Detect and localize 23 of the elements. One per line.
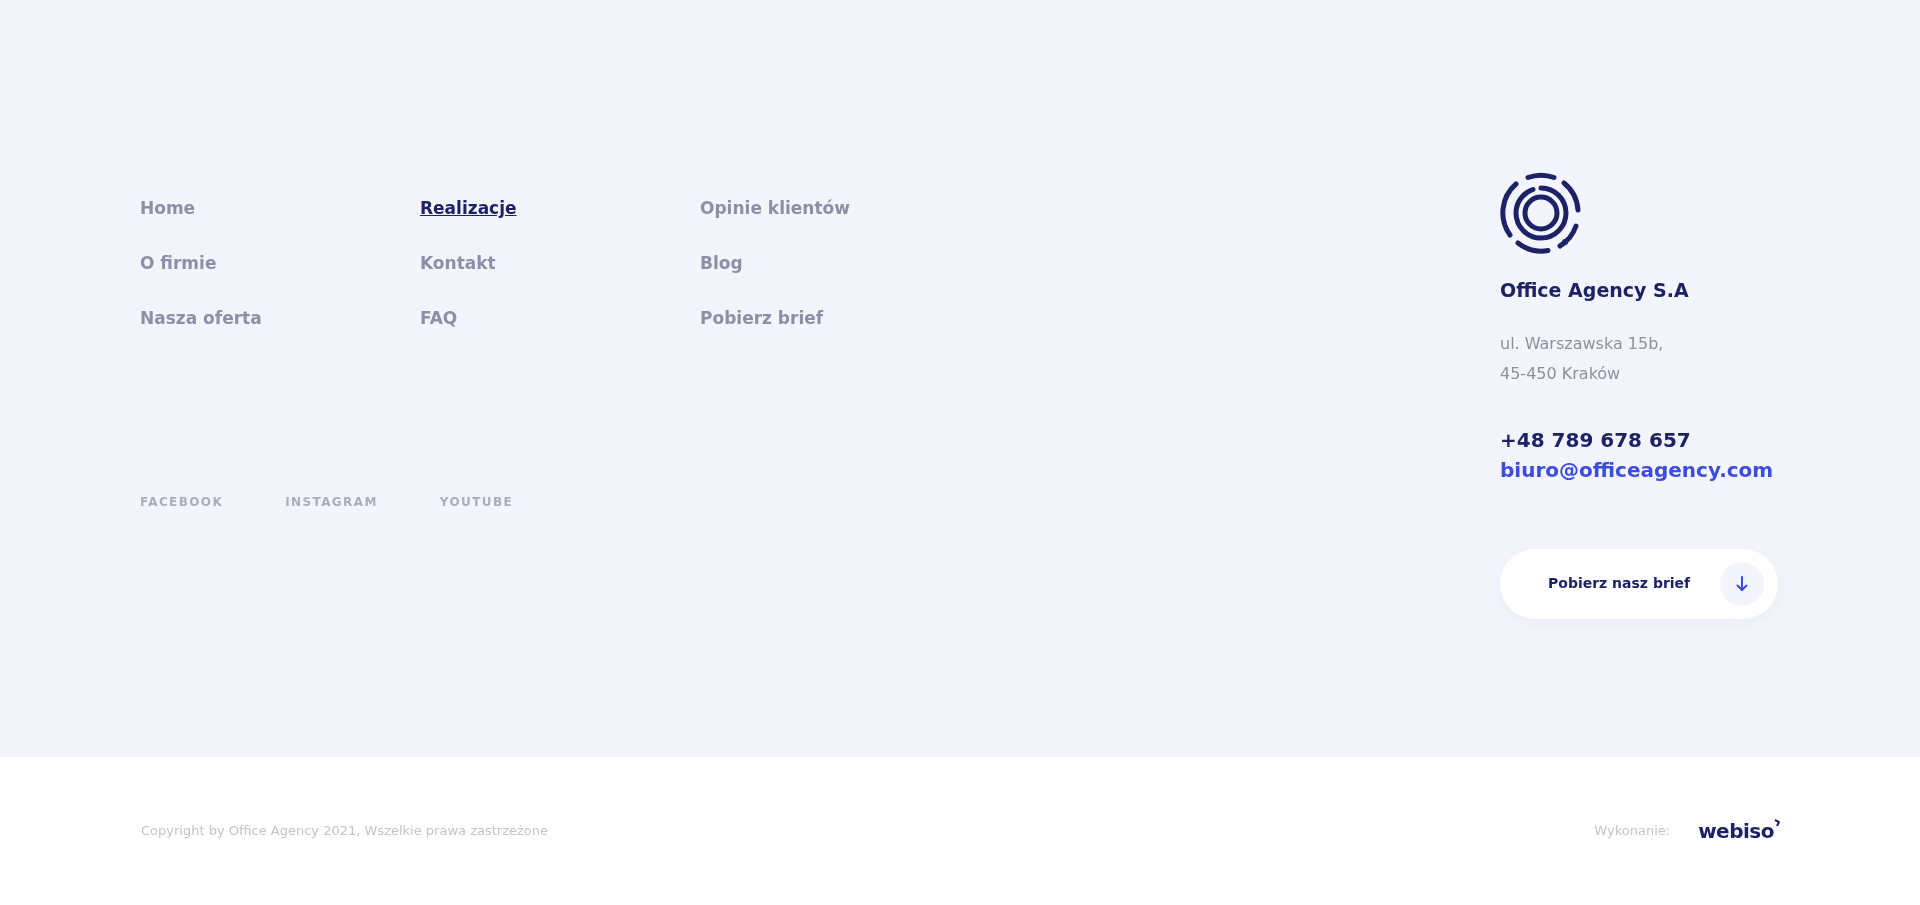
nav-link[interactable]: Realizacje — [420, 196, 517, 220]
nav-link[interactable]: Pobierz brief — [700, 306, 824, 330]
logo-icon — [1500, 172, 1582, 254]
arrow-down-icon — [1736, 575, 1748, 592]
nav-link[interactable]: Kontakt — [420, 251, 496, 275]
email-link[interactable]: biuro@officeagency.com — [1500, 457, 1774, 482]
copyright-text: Copyright by Office Agency 2021, Wszelkie prawa zastrzeżone — [141, 822, 548, 841]
credit-label: Wykonanie: — [1594, 822, 1671, 841]
social-link[interactable]: YOUTUBE — [439, 493, 514, 511]
nav-link[interactable]: Nasza oferta — [140, 306, 262, 330]
phone-number[interactable]: +48 789 678 657 — [1500, 424, 1778, 455]
nav-link[interactable]: Blog — [700, 251, 743, 275]
webiso-logo[interactable]: webiso — [1698, 816, 1780, 846]
nav-link[interactable]: Opinie klientów — [700, 196, 850, 220]
company-name: Office Agency S.A — [1500, 278, 1690, 303]
social-link[interactable]: FACEBOOK — [140, 493, 224, 511]
nav-link[interactable]: Home — [140, 196, 196, 220]
address-line: ul. Warszawska 15b, — [1500, 332, 1665, 355]
address-line: 45-450 Kraków — [1500, 362, 1622, 385]
download-brief-button[interactable]: Pobierz nasz brief — [1500, 548, 1778, 619]
nav-link[interactable]: O firmie — [140, 251, 217, 275]
social-link[interactable]: INSTAGRAM — [285, 493, 378, 511]
nav-link[interactable]: FAQ — [420, 306, 458, 330]
